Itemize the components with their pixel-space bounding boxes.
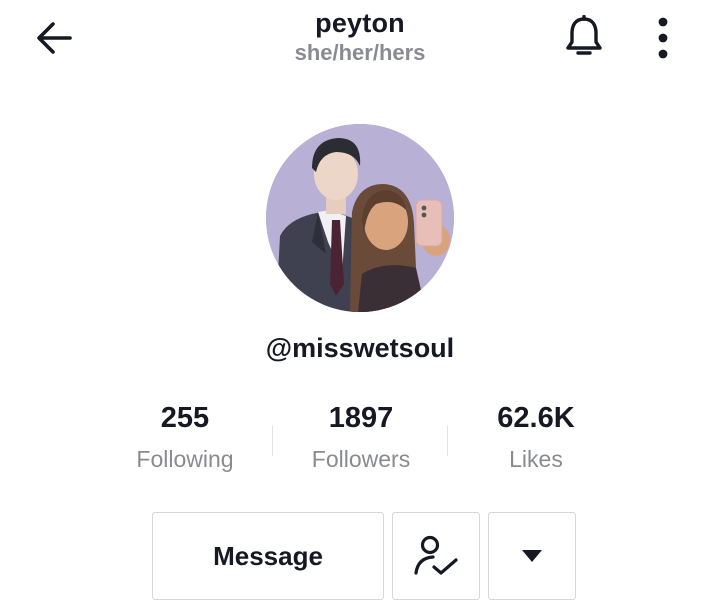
followers-label: Followers — [311, 446, 411, 472]
friends-button[interactable] — [392, 512, 480, 600]
user-check-icon — [414, 535, 458, 575]
notifications-button[interactable] — [556, 12, 612, 62]
bell-icon — [566, 15, 602, 55]
stats-divider — [272, 426, 273, 456]
top-bar: peyton she/her/hers — [0, 0, 720, 80]
likes-label: Likes — [509, 446, 563, 472]
stat-followers[interactable]: 1897 Followers — [266, 396, 456, 476]
likes-count: 62.6K — [497, 402, 575, 434]
message-button-label: Message — [213, 540, 323, 571]
arrow-left-icon — [37, 22, 72, 54]
avatar[interactable] — [266, 124, 454, 312]
following-label: Following — [136, 446, 234, 472]
followers-count: 1897 — [328, 402, 394, 434]
more-options-button[interactable] — [640, 12, 686, 64]
following-count: 255 — [160, 402, 210, 434]
stat-following[interactable]: 255 Following — [90, 396, 280, 476]
profile-name: peyton — [315, 8, 405, 38]
profile-actions: Message — [0, 512, 720, 600]
profile-stats: 255 Following 1897 Followers 62.6K Likes — [0, 396, 720, 486]
profile-pronouns: she/her/hers — [294, 40, 426, 65]
caret-down-icon — [522, 550, 542, 562]
message-button[interactable]: Message — [152, 512, 384, 600]
back-button[interactable] — [28, 16, 80, 60]
more-actions-button[interactable] — [488, 512, 576, 600]
stat-likes[interactable]: 62.6K Likes — [441, 396, 631, 476]
profile-title-block: peyton she/her/hers — [210, 6, 510, 66]
vertical-dots-icon — [658, 17, 668, 59]
stats-divider — [447, 426, 448, 456]
profile-handle: @misswetsoul — [265, 333, 455, 363]
avatar-image — [266, 124, 454, 312]
